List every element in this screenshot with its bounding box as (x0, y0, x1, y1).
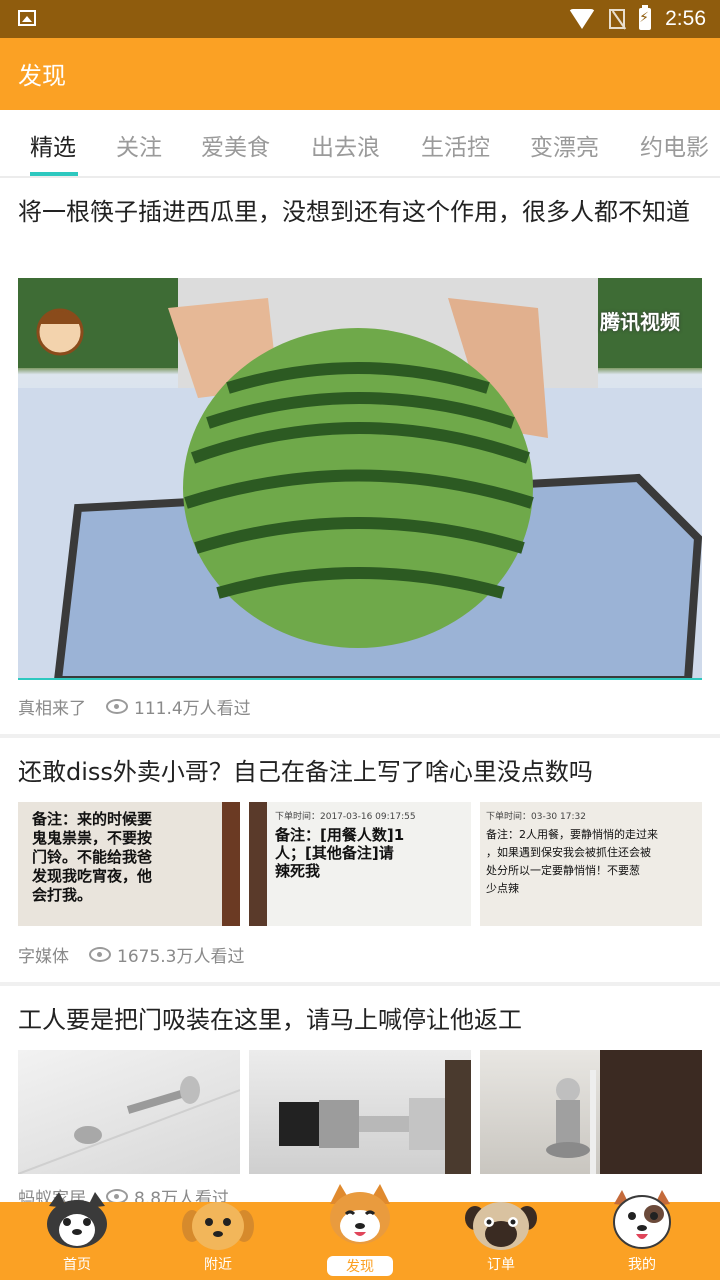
receipt-text: 人；[其他备注]请 (275, 844, 394, 862)
bulldog-icon (613, 1190, 671, 1249)
receipt-thumbnail[interactable]: 备注：来的时候要 鬼鬼祟祟，不要按 门铃。不能给我爸 发现我吃宵夜，他 会打我。 (18, 802, 240, 926)
tab-featured[interactable]: 精选 (30, 128, 76, 162)
tab-lifestyle[interactable]: 生活控 (421, 128, 490, 162)
article-source: 真相来了 (18, 699, 86, 719)
article-source: 字媒体 (18, 947, 69, 967)
nav-discover[interactable]: 发现 (305, 1184, 415, 1280)
table-edge (249, 802, 267, 926)
nav-profile[interactable]: 我的 (587, 1190, 697, 1280)
receipt-text: 辣死我 (275, 862, 321, 880)
tab-travel[interactable]: 出去浪 (311, 128, 380, 162)
door-stop-image (279, 1060, 471, 1174)
article-views: 1675.3万人看过 (117, 947, 245, 967)
nav-nearby[interactable]: 附近 (163, 1202, 273, 1280)
category-tabs: 精选 关注 爱美食 出去浪 生活控 变漂亮 约电影 (0, 110, 720, 178)
table-edge (222, 802, 240, 926)
receipt-text: 处分所以一定要静悄悄！不要葱 (486, 864, 640, 877)
golden-dog-icon (182, 1202, 254, 1250)
gallery-notification-icon (18, 10, 36, 26)
eye-icon (106, 699, 128, 714)
feed-card[interactable]: 工人要是把门吸装在这里，请马上喊停让他返工 蚂蚁家居 8.8万人看过 (0, 986, 720, 1202)
article-title[interactable]: 还敢diss外卖小哥？自己在备注上写了啥心里没点数吗 (18, 754, 698, 790)
receipt-thumbnail[interactable]: 下单时间：03-30 17:32 备注：2人用餐，要静悄悄的走过来 ，如果遇到保… (480, 802, 702, 926)
tab-indicator (30, 172, 78, 176)
article-meta: 字媒体 1675.3万人看过 (18, 942, 244, 967)
nav-home[interactable]: 首页 (22, 1192, 132, 1280)
feed-card[interactable]: 将一根筷子插进西瓜里，没想到还有这个作用，很多人都不知道 腾讯视频 真相来了 1… (0, 178, 720, 734)
no-sim-icon (609, 9, 626, 29)
nav-label: 订单 (487, 1257, 515, 1273)
wifi-icon (569, 9, 596, 29)
door-stop-thumbnail[interactable] (480, 1050, 702, 1174)
feed-card[interactable]: 还敢diss外卖小哥？自己在备注上写了啥心里没点数吗 备注：来的时候要 鬼鬼祟祟… (0, 738, 720, 982)
feed-list[interactable]: 将一根筷子插进西瓜里，没想到还有这个作用，很多人都不知道 腾讯视频 真相来了 1… (0, 178, 720, 1202)
nav-label: 首页 (63, 1257, 91, 1273)
receipt-text: 备注：2人用餐，要静悄悄的走过来 (486, 828, 658, 841)
door-stop-image (18, 1076, 240, 1174)
receipt-text: 会打我。 (32, 886, 93, 904)
door-stop-thumbnail[interactable] (18, 1050, 240, 1174)
tab-beauty[interactable]: 变漂亮 (530, 128, 599, 162)
eye-icon (89, 947, 111, 962)
receipt-text: 发现我吃宵夜，他 (32, 867, 153, 885)
watermelon-image (18, 278, 702, 680)
receipt-text: 备注：[用餐人数]1 (275, 826, 405, 844)
battery-charging-icon (639, 5, 652, 30)
article-meta: 真相来了 111.4万人看过 (18, 694, 251, 719)
receipt-text: 门铃。不能给我爸 (32, 848, 153, 866)
page-title: 发现 (18, 62, 66, 90)
receipt-text: 少点辣 (486, 882, 519, 895)
receipt-text: 备注：来的时候要 (32, 810, 153, 828)
pug-icon (465, 1202, 537, 1250)
article-title[interactable]: 将一根筷子插进西瓜里，没想到还有这个作用，很多人都不知道 (18, 194, 698, 230)
tab-movies[interactable]: 约电影 (640, 128, 709, 162)
door-stop-thumbnail[interactable] (249, 1050, 471, 1174)
nav-orders[interactable]: 订单 (446, 1202, 556, 1280)
article-views: 111.4万人看过 (134, 699, 251, 719)
receipt-text: 鬼鬼祟祟，不要按 (32, 829, 153, 847)
door-stop-image (546, 1050, 702, 1174)
nav-label: 我的 (628, 1257, 656, 1273)
nav-label: 附近 (204, 1257, 232, 1273)
status-time: 2:56 (665, 7, 706, 30)
receipt-thumbnail[interactable]: 下单时间：2017-03-16 09:17:55 备注：[用餐人数]1 人；[其… (249, 802, 471, 926)
shiba-icon (330, 1184, 390, 1244)
receipt-text: ，如果遇到保安我会被抓住还会被 (486, 846, 651, 859)
husky-icon (47, 1192, 107, 1248)
nav-label: 发现 (327, 1256, 393, 1276)
video-watermark: 腾讯视频 (600, 310, 680, 334)
app-bar: 发现 (0, 38, 720, 110)
tab-following[interactable]: 关注 (116, 128, 162, 162)
article-title[interactable]: 工人要是把门吸装在这里，请马上喊停让他返工 (18, 1002, 698, 1038)
video-thumbnail[interactable]: 腾讯视频 (18, 278, 702, 680)
receipt-text: 下单时间：03-30 17:32 (486, 812, 586, 822)
status-bar: 2:56 (0, 0, 720, 38)
tab-food[interactable]: 爱美食 (201, 128, 270, 162)
bottom-nav: 首页 附近 发现 订单 我的 (0, 1184, 720, 1280)
receipt-text: 下单时间：2017-03-16 09:17:55 (275, 812, 416, 822)
